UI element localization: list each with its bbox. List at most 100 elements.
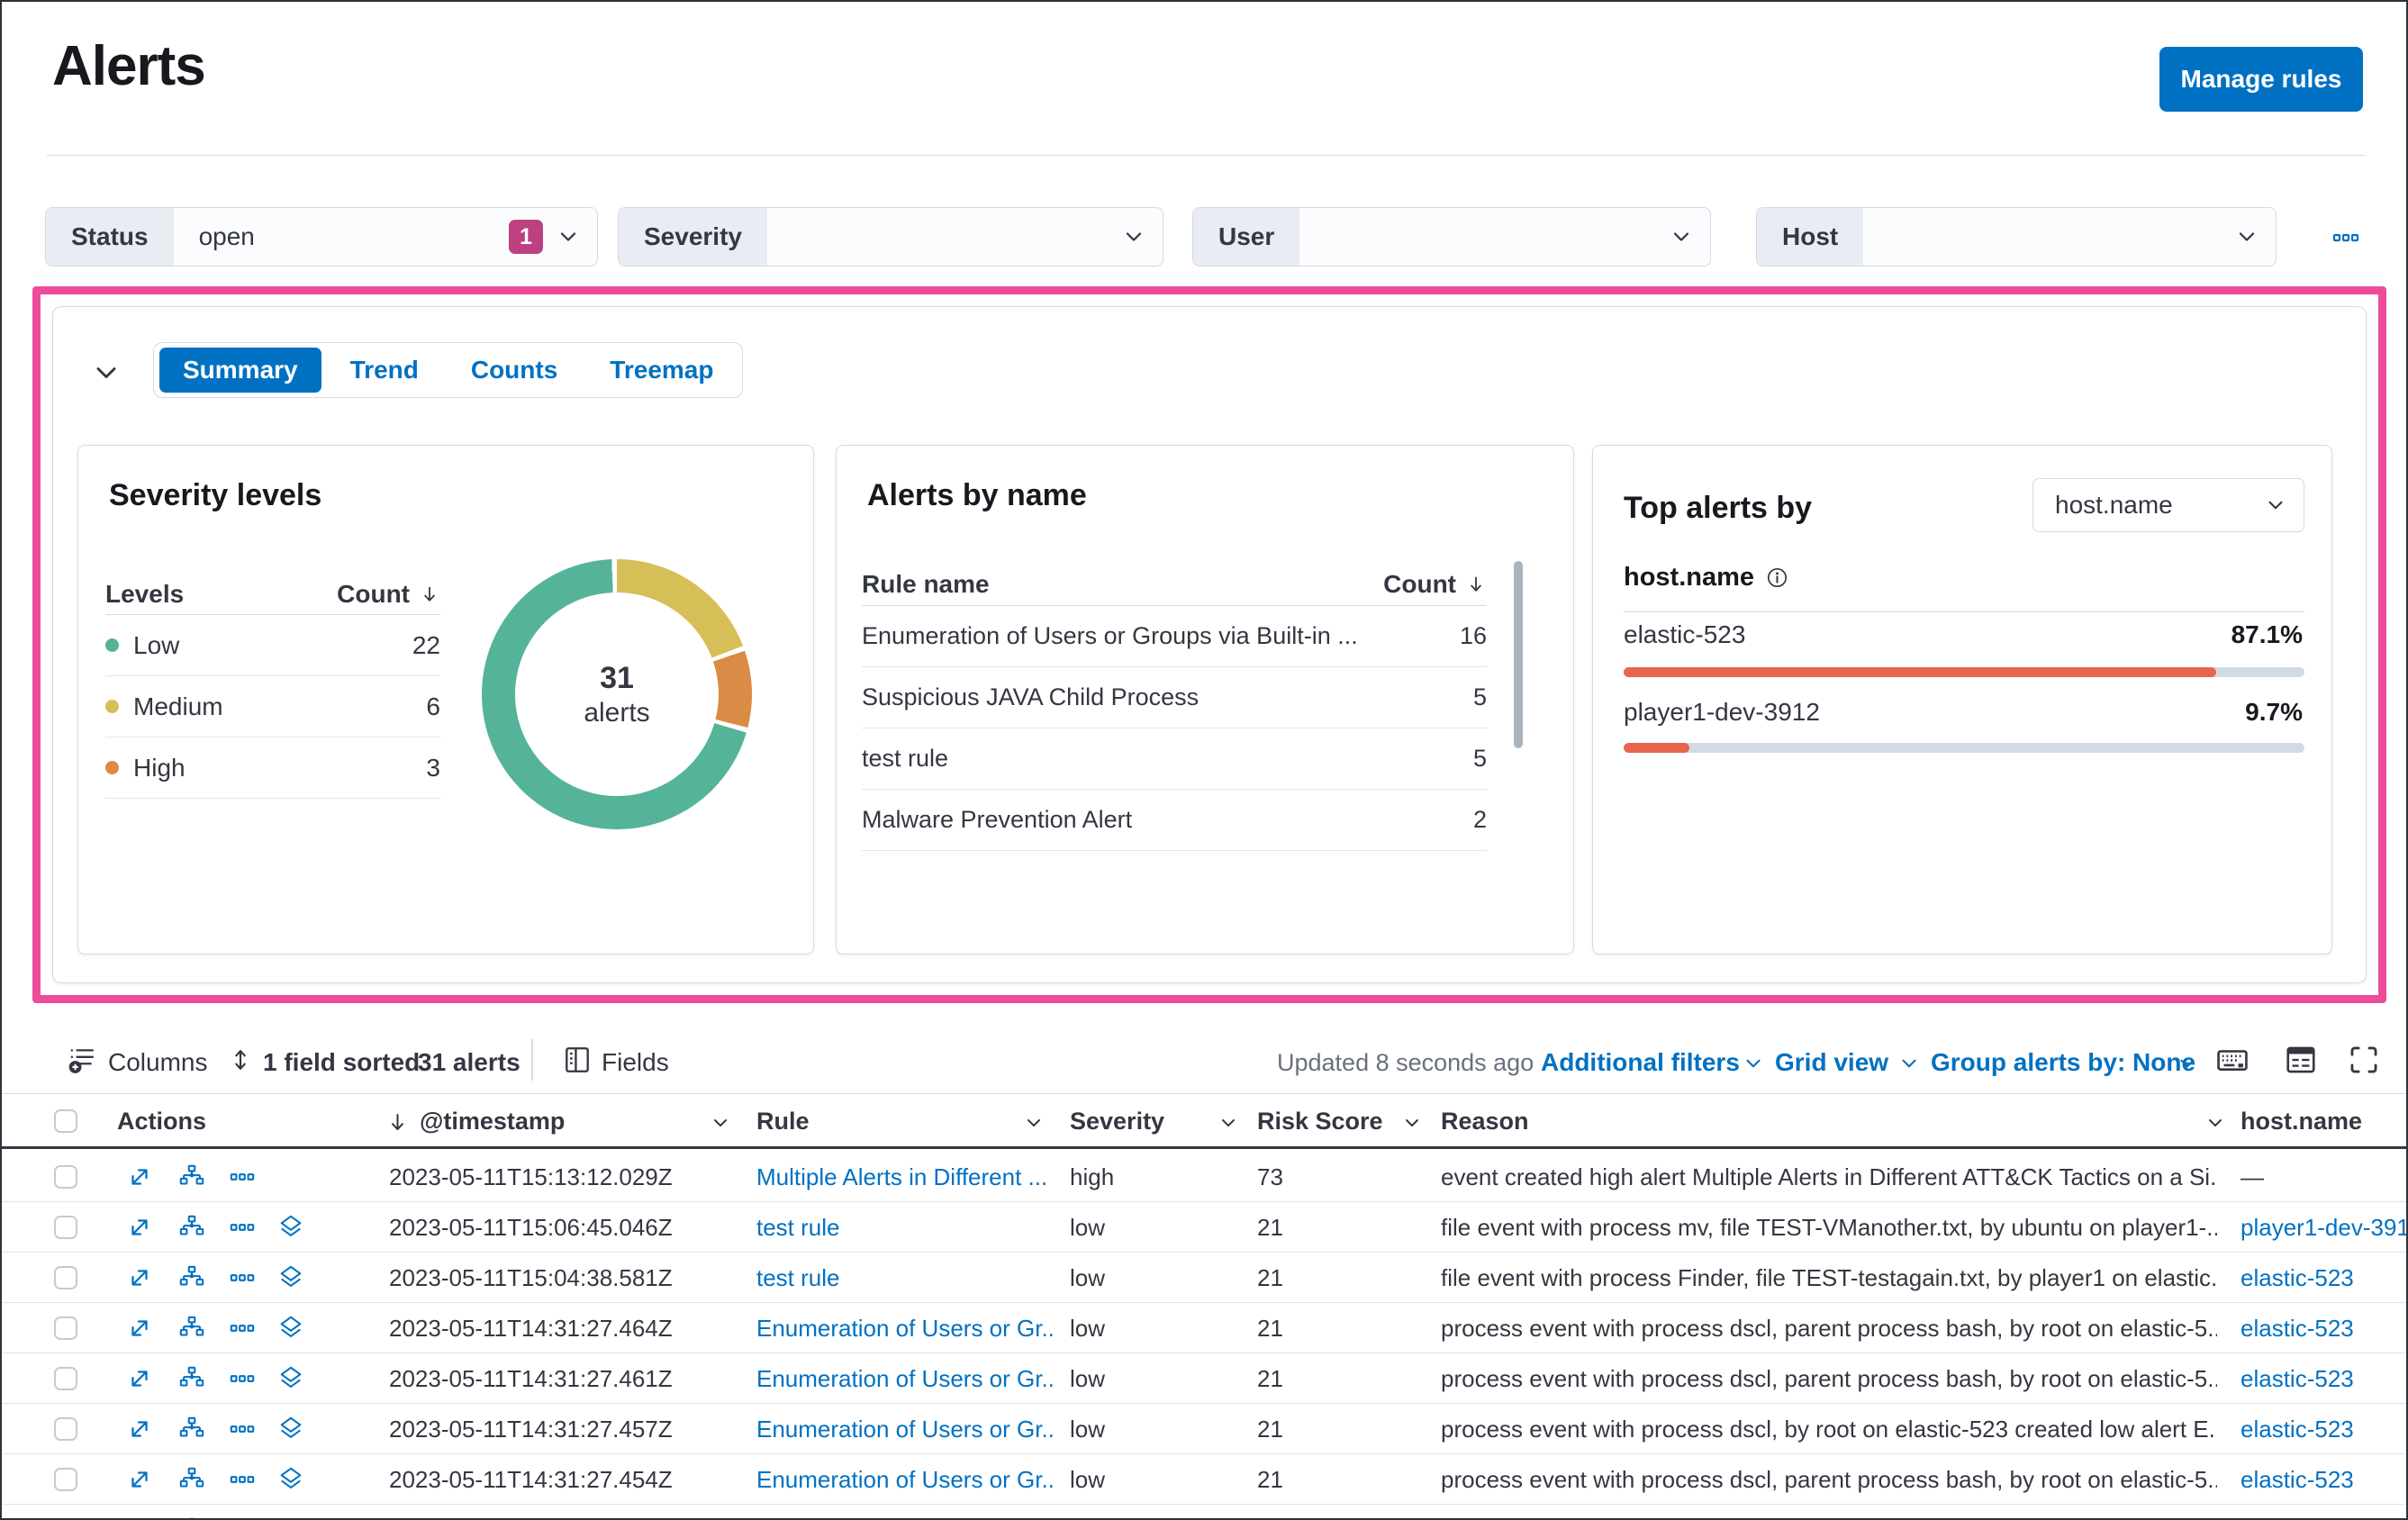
more-actions-icon[interactable] — [229, 1466, 256, 1493]
cell-host-link[interactable]: elastic-523 — [2241, 1303, 2406, 1353]
chevron-down-icon[interactable] — [1218, 1112, 1239, 1134]
cell-rule-link[interactable]: Enumeration of Users or Gr... — [756, 1404, 1054, 1454]
expand-alert-icon[interactable] — [126, 1365, 153, 1392]
host-filter[interactable]: Host — [1756, 207, 2277, 267]
cell-host-link[interactable]: elastic-523 — [2241, 1505, 2406, 1518]
session-view-icon[interactable] — [277, 1214, 304, 1241]
col-rule[interactable]: Rule — [756, 1094, 810, 1150]
low-dot-icon — [105, 638, 119, 652]
row-checkbox[interactable] — [54, 1316, 77, 1340]
session-view-icon[interactable] — [277, 1416, 304, 1443]
sort-fields-icon[interactable] — [227, 1046, 254, 1073]
severity-col-count[interactable]: Count — [337, 580, 410, 609]
analyze-event-icon[interactable] — [178, 1264, 205, 1291]
chevron-down-icon[interactable] — [1023, 1112, 1045, 1134]
session-view-icon[interactable] — [277, 1516, 304, 1520]
cell-rule-link[interactable]: Enumeration of Users or Gr... — [756, 1353, 1054, 1404]
session-view-icon[interactable] — [277, 1264, 304, 1291]
display-options-icon[interactable] — [2284, 1043, 2318, 1077]
chevron-down-icon[interactable] — [1401, 1112, 1423, 1134]
chevron-down-icon[interactable] — [2204, 1112, 2226, 1134]
tab-treemap[interactable]: Treemap — [586, 348, 737, 393]
expand-alert-icon[interactable] — [126, 1516, 153, 1520]
session-view-icon[interactable] — [277, 1315, 304, 1342]
expand-alert-icon[interactable] — [126, 1264, 153, 1291]
analyze-event-icon[interactable] — [178, 1163, 205, 1190]
cell-host-link[interactable]: elastic-523 — [2241, 1253, 2406, 1303]
more-actions-icon[interactable] — [229, 1163, 256, 1190]
collapse-summary-chevron-icon[interactable] — [90, 357, 122, 389]
col-reason[interactable]: Reason — [1441, 1094, 1529, 1150]
analyze-event-icon[interactable] — [178, 1466, 205, 1493]
severity-row-label: High — [133, 753, 186, 782]
analyze-event-icon[interactable] — [178, 1416, 205, 1443]
cell-rule-link[interactable]: Enumeration of Users or Gr... — [756, 1454, 1054, 1505]
col-timestamp[interactable]: @timestamp — [420, 1094, 565, 1150]
columns-button[interactable]: Columns — [108, 1048, 207, 1077]
tab-summary[interactable]: Summary — [159, 348, 321, 393]
status-filter[interactable]: Status open 1 — [45, 207, 598, 267]
cell-severity: low — [1070, 1214, 1106, 1241]
cell-host-link[interactable]: player1-dev-3912 — [2241, 1202, 2406, 1253]
row-checkbox[interactable] — [54, 1216, 77, 1239]
severity-filter[interactable]: Severity — [618, 207, 1163, 267]
cell-rule-link[interactable]: test rule — [756, 1253, 1054, 1303]
fields-sorted-button[interactable]: 1 field sorted — [263, 1048, 420, 1077]
cell-host-link[interactable]: elastic-523 — [2241, 1454, 2406, 1505]
chevron-down-icon[interactable] — [710, 1112, 731, 1134]
analyze-event-icon[interactable] — [178, 1365, 205, 1392]
abn-col-count[interactable]: Count — [1383, 570, 1456, 599]
vertical-scrollbar[interactable] — [1514, 561, 1523, 748]
sort-desc-icon[interactable] — [385, 1110, 410, 1135]
summary-view-tabs: Summary Trend Counts Treemap — [153, 342, 744, 398]
session-view-icon[interactable] — [277, 1365, 304, 1392]
top-alerts-field-select[interactable]: host.name — [2032, 478, 2304, 532]
cell-severity: low — [1070, 1264, 1106, 1291]
fields-button[interactable]: Fields — [602, 1048, 669, 1077]
expand-alert-icon[interactable] — [126, 1163, 153, 1190]
manage-rules-button[interactable]: Manage rules — [2159, 47, 2363, 112]
more-actions-icon[interactable] — [229, 1315, 256, 1342]
select-all-checkbox[interactable] — [54, 1109, 77, 1133]
group-alerts-by-button[interactable]: Group alerts by: None — [1931, 1048, 2195, 1077]
analyze-event-icon[interactable] — [178, 1516, 205, 1520]
row-checkbox[interactable] — [54, 1367, 77, 1390]
user-filter[interactable]: User — [1192, 207, 1711, 267]
cell-host-link[interactable]: elastic-523 — [2241, 1353, 2406, 1404]
severity-row-label: Low — [133, 630, 180, 659]
row-checkbox[interactable] — [54, 1266, 77, 1289]
more-actions-icon[interactable] — [229, 1516, 256, 1520]
fullscreen-icon[interactable] — [2347, 1043, 2381, 1077]
cell-rule-link[interactable]: test rule — [756, 1202, 1054, 1253]
more-filters-icon[interactable] — [2329, 223, 2363, 252]
analyze-event-icon[interactable] — [178, 1315, 205, 1342]
session-view-icon[interactable] — [277, 1466, 304, 1493]
tab-trend[interactable]: Trend — [327, 348, 442, 393]
additional-filters-button[interactable]: Additional filters — [1541, 1048, 1740, 1077]
cell-rule-link[interactable]: Enumeration of Users or Gr... — [756, 1505, 1054, 1518]
columns-icon[interactable] — [67, 1045, 97, 1075]
fields-icon[interactable] — [562, 1045, 593, 1075]
tab-counts[interactable]: Counts — [448, 348, 581, 393]
cell-host-link[interactable]: elastic-523 — [2241, 1404, 2406, 1454]
keyboard-shortcuts-icon[interactable] — [2215, 1043, 2250, 1077]
more-actions-icon[interactable] — [229, 1214, 256, 1241]
more-actions-icon[interactable] — [229, 1365, 256, 1392]
col-risk-score[interactable]: Risk Score — [1257, 1094, 1383, 1150]
col-severity[interactable]: Severity — [1070, 1094, 1164, 1150]
expand-alert-icon[interactable] — [126, 1466, 153, 1493]
row-checkbox[interactable] — [54, 1417, 77, 1441]
cell-rule-link[interactable]: Multiple Alerts in Different ... — [756, 1152, 1054, 1202]
expand-alert-icon[interactable] — [126, 1416, 153, 1443]
row-checkbox[interactable] — [54, 1165, 77, 1189]
cell-rule-link[interactable]: Enumeration of Users or Gr... — [756, 1303, 1054, 1353]
grid-view-button[interactable]: Grid view — [1775, 1048, 1888, 1077]
more-actions-icon[interactable] — [229, 1416, 256, 1443]
row-checkbox[interactable] — [54, 1468, 77, 1491]
expand-alert-icon[interactable] — [126, 1315, 153, 1342]
analyze-event-icon[interactable] — [178, 1214, 205, 1241]
expand-alert-icon[interactable] — [126, 1214, 153, 1241]
col-host-name[interactable]: host.name — [2241, 1094, 2362, 1150]
more-actions-icon[interactable] — [229, 1264, 256, 1291]
info-icon[interactable] — [1765, 565, 1789, 590]
